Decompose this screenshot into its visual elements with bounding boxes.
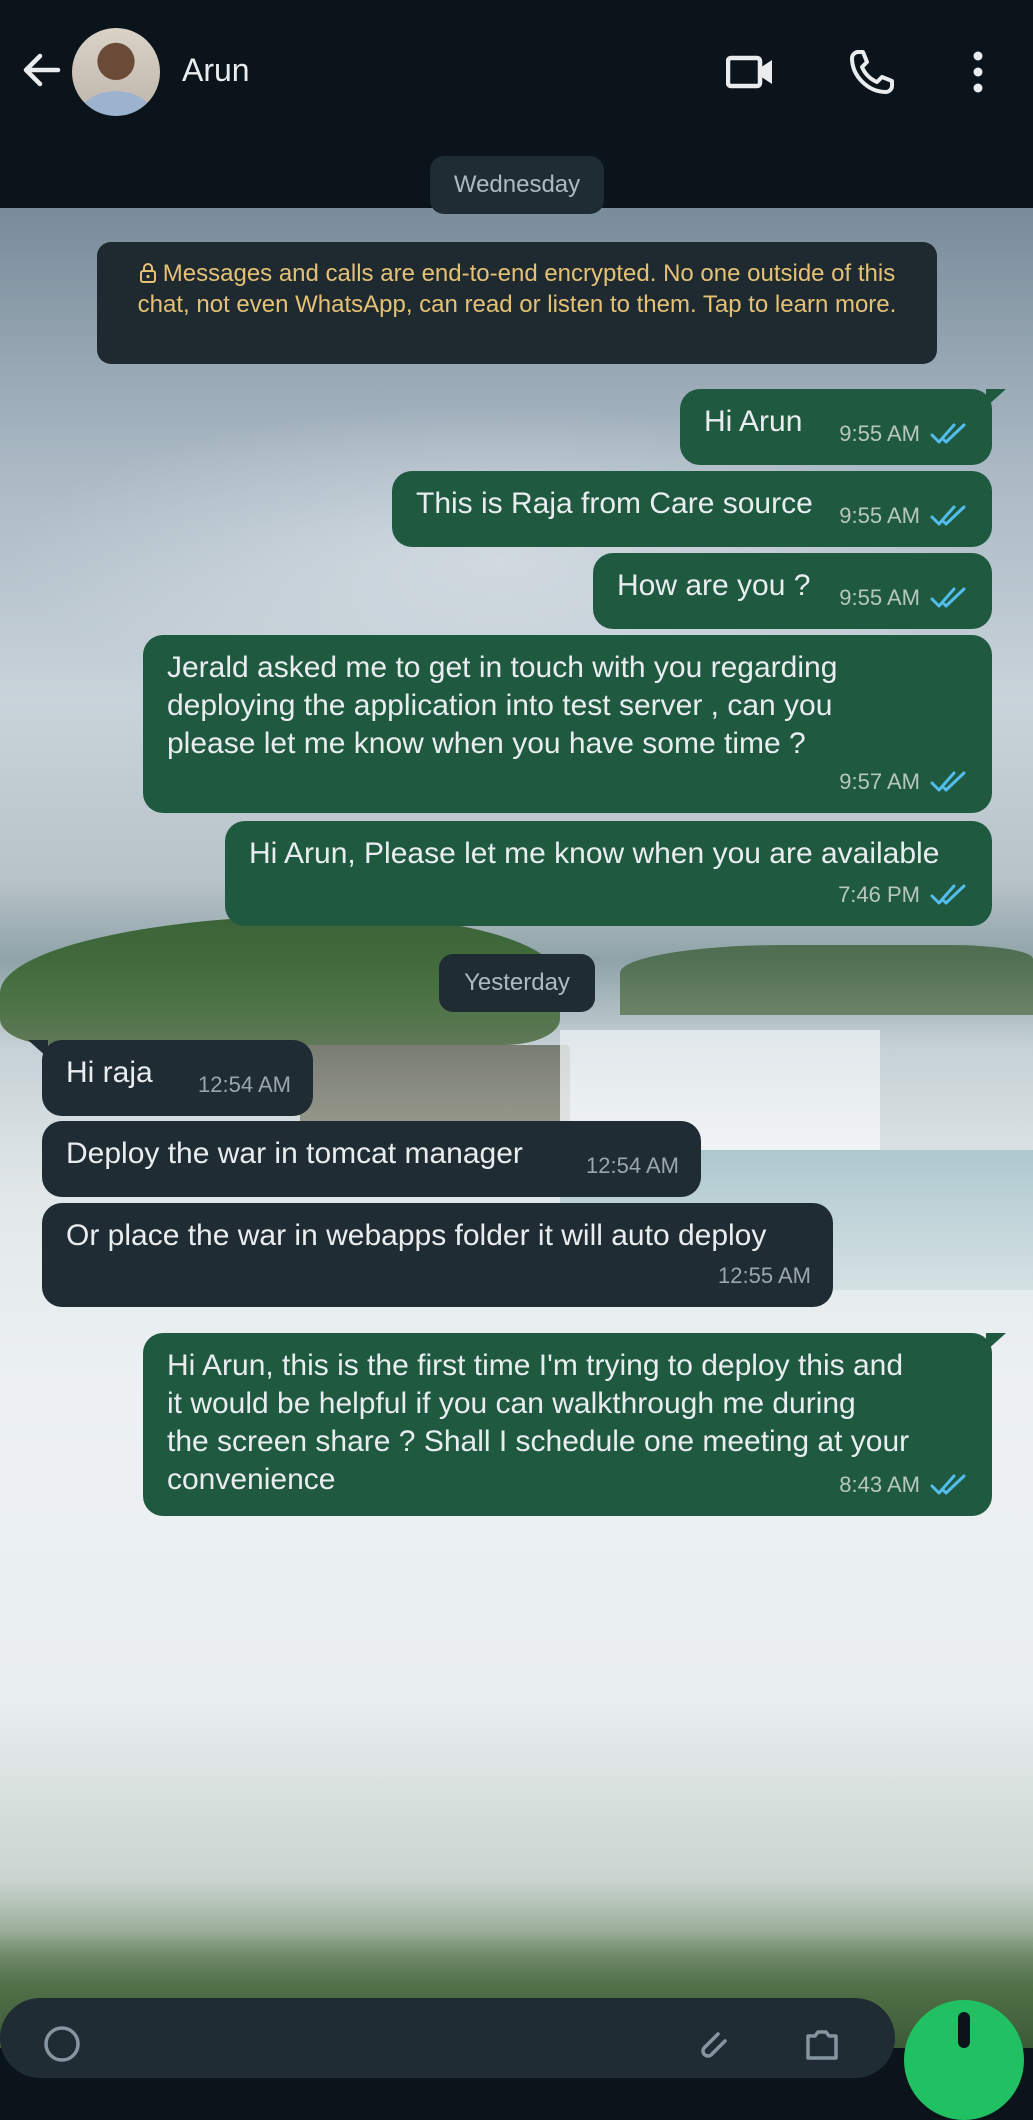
message-meta: 9:55 AM bbox=[839, 415, 970, 453]
message-bubble-incoming[interactable]: Hi raja 12:54 AM bbox=[28, 1040, 313, 1116]
message-time: 12:55 AM bbox=[718, 1263, 811, 1288]
message-bubble-incoming[interactable]: Or place the war in webapps folder it wi… bbox=[42, 1203, 833, 1307]
message-text: Hi Arun bbox=[704, 405, 803, 438]
message-meta: 12:54 AM bbox=[586, 1147, 679, 1185]
message-time: 9:55 AM bbox=[839, 503, 920, 528]
message-bubble-outgoing[interactable]: How are you ? 9:55 AM bbox=[593, 553, 992, 629]
message-bubble-outgoing[interactable]: Jerald asked me to get in touch with you… bbox=[143, 635, 992, 813]
message-meta: 9:55 AM bbox=[839, 579, 970, 617]
read-receipt-icon bbox=[930, 884, 966, 905]
bubble-tail bbox=[28, 1040, 48, 1058]
chat-header: Arun bbox=[0, 0, 1033, 140]
message-text: Or place the war in webapps folder it wi… bbox=[66, 1219, 767, 1252]
bubble-tail bbox=[986, 389, 1006, 407]
emoji-icon[interactable] bbox=[42, 2024, 82, 2064]
message-meta: 7:46 PM bbox=[838, 876, 970, 914]
message-text: How are you ? bbox=[617, 569, 811, 602]
message-meta: 8:43 AM bbox=[839, 1466, 970, 1504]
message-time: 12:54 AM bbox=[586, 1153, 679, 1178]
wallpaper-far-trees bbox=[620, 945, 1033, 1015]
message-meta: 12:54 AM bbox=[198, 1066, 291, 1104]
read-receipt-icon bbox=[930, 423, 966, 444]
date-label-yesterday: Yesterday bbox=[439, 954, 595, 1012]
wallpaper-cliff bbox=[300, 1045, 570, 1125]
message-text: Hi Arun, this is the first time I'm tryi… bbox=[167, 1349, 910, 1496]
message-text: This is Raja from Care source bbox=[416, 487, 813, 520]
message-time: 9:57 AM bbox=[839, 769, 920, 794]
encryption-notice[interactable]: Messages and calls are end-to-end encryp… bbox=[97, 242, 937, 364]
attach-icon[interactable] bbox=[692, 2024, 732, 2064]
message-meta: 12:55 AM bbox=[718, 1257, 811, 1295]
message-text: Jerald asked me to get in touch with you… bbox=[167, 651, 838, 760]
mic-button[interactable] bbox=[904, 2000, 1024, 2120]
message-bubble-outgoing[interactable]: This is Raja from Care source 9:55 AM bbox=[392, 471, 992, 547]
message-bubble-outgoing[interactable]: Hi Arun, this is the first time I'm tryi… bbox=[143, 1333, 1006, 1516]
message-time: 9:55 AM bbox=[839, 421, 920, 446]
message-meta: 9:57 AM bbox=[839, 763, 970, 801]
contact-name[interactable]: Arun bbox=[182, 52, 250, 89]
lock-icon bbox=[139, 263, 156, 283]
video-call-icon[interactable] bbox=[726, 48, 774, 96]
message-bubble-outgoing[interactable]: Hi Arun 9:55 AM bbox=[680, 389, 1006, 465]
message-meta: 9:55 AM bbox=[839, 497, 970, 535]
message-bubble-incoming[interactable]: Deploy the war in tomcat manager 12:54 A… bbox=[42, 1121, 701, 1197]
date-label-wednesday: Wednesday bbox=[430, 156, 604, 214]
more-options-icon[interactable] bbox=[962, 48, 994, 96]
message-time: 8:43 AM bbox=[839, 1472, 920, 1497]
back-arrow-icon[interactable] bbox=[18, 46, 66, 94]
message-time: 12:54 AM bbox=[198, 1072, 291, 1097]
message-text: Deploy the war in tomcat manager bbox=[66, 1137, 523, 1170]
message-text: Hi raja bbox=[66, 1056, 153, 1089]
read-receipt-icon bbox=[930, 505, 966, 526]
contact-avatar[interactable] bbox=[72, 28, 160, 116]
mic-icon bbox=[958, 2012, 970, 2048]
read-receipt-icon bbox=[930, 587, 966, 608]
camera-icon[interactable] bbox=[802, 2024, 842, 2064]
message-time: 7:46 PM bbox=[838, 882, 920, 907]
bubble-tail bbox=[986, 1333, 1006, 1351]
message-time: 9:55 AM bbox=[839, 585, 920, 610]
message-composer[interactable] bbox=[0, 1998, 895, 2078]
read-receipt-icon bbox=[930, 771, 966, 792]
message-text: Hi Arun, Please let me know when you are… bbox=[249, 837, 940, 870]
voice-call-icon[interactable] bbox=[848, 48, 896, 96]
message-bubble-outgoing[interactable]: Hi Arun, Please let me know when you are… bbox=[225, 821, 992, 926]
read-receipt-icon bbox=[930, 1474, 966, 1495]
encryption-notice-text: Messages and calls are end-to-end encryp… bbox=[137, 260, 897, 318]
